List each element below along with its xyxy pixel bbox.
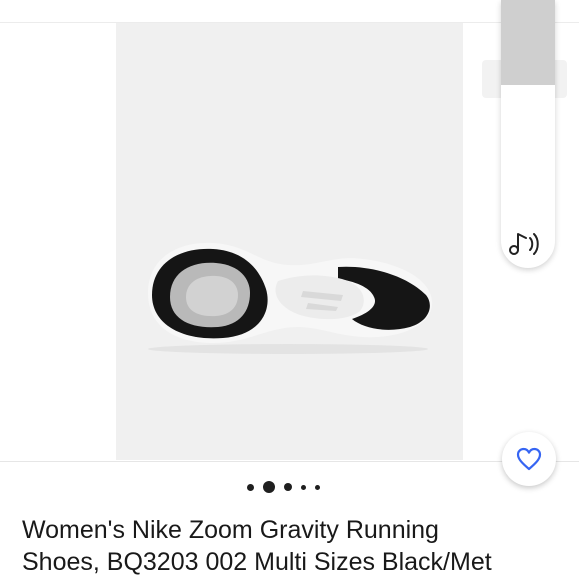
product-photo[interactable]	[116, 23, 463, 460]
watchlist-button[interactable]	[502, 432, 556, 486]
product-page: 2 / 2 Women's Nike Zoom Gravity Running …	[0, 0, 579, 580]
carousel-pagination	[247, 480, 329, 494]
top-bar	[0, 0, 579, 23]
heart-outline-icon	[516, 447, 542, 471]
carousel-dot-active[interactable]	[263, 481, 275, 493]
floating-side-panel	[501, 0, 555, 268]
image-gallery[interactable]: 2 / 2	[0, 23, 579, 462]
product-title-line1: Women's Nike Zoom Gravity Running	[22, 516, 439, 544]
carousel-dot[interactable]	[301, 484, 306, 490]
audio-description-button[interactable]	[509, 228, 547, 258]
product-title-line2: Shoes, BQ3203 002 Multi Sizes Black/Met	[22, 548, 492, 576]
scroll-thumb[interactable]	[501, 0, 555, 85]
carousel-dot[interactable]	[315, 484, 320, 490]
product-title: Women's Nike Zoom Gravity Running Shoes,…	[22, 514, 579, 578]
carousel-dot[interactable]	[284, 483, 292, 491]
shoe-sole-image	[148, 242, 433, 354]
audio-description-icon	[509, 233, 539, 255]
carousel-dot[interactable]	[247, 483, 254, 491]
